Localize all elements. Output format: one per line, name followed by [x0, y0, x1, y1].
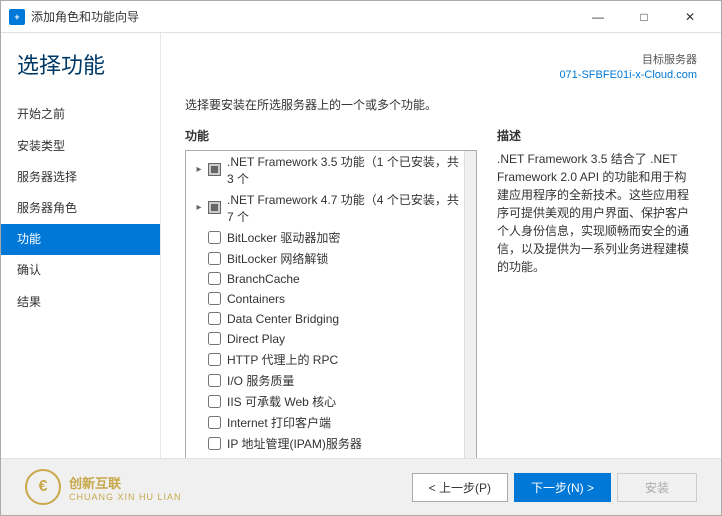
watermark-icon: € [25, 469, 61, 505]
title-bar-left: + 添加角色和功能向导 [9, 8, 139, 25]
watermark: € 创新互联 CHUANG XIN HU LIAN [25, 469, 412, 505]
back-button[interactable]: < 上一步(P) [412, 473, 508, 502]
install-button: 安装 [617, 473, 697, 502]
sidebar-item-server-select[interactable]: 服务器选择 [1, 162, 160, 193]
close-button[interactable]: ✕ [667, 1, 713, 33]
description-panel: 描述 .NET Framework 3.5 结合了 .NET Framework… [497, 127, 697, 458]
feature-item-iis-core[interactable]: IIS 可承载 Web 核心 [186, 391, 464, 412]
maximize-button[interactable]: □ [621, 1, 667, 33]
feature-item-containers[interactable]: Containers [186, 289, 464, 309]
footer: € 创新互联 CHUANG XIN HU LIAN < 上一步(P) 下一步(N… [1, 458, 721, 515]
app-icon: + [9, 9, 25, 25]
check-iis-core[interactable] [208, 395, 221, 408]
features-panel: 功能 ▸ .NET Framework 3.5 功能（1 个已安装，共 3 个 [185, 127, 477, 458]
main-window: + 添加角色和功能向导 — □ ✕ 选择功能 开始之前 安装类型 服务器选择 服… [0, 0, 722, 516]
feature-item-bitlocker-net[interactable]: BitLocker 网络解锁 [186, 248, 464, 269]
check-bitlocker-net[interactable] [208, 252, 221, 265]
next-button[interactable]: 下一步(N) > [514, 473, 611, 502]
description-label: 描述 [497, 127, 697, 144]
expand-icon-bitlocker-drive [192, 232, 206, 243]
sidebar-item-features[interactable]: 功能 [1, 224, 160, 255]
feature-item-dcb[interactable]: Data Center Bridging [186, 309, 464, 329]
sidebar: 选择功能 开始之前 安装类型 服务器选择 服务器角色 功能 确认 结果 [1, 33, 161, 458]
check-dotnet35[interactable] [208, 163, 221, 176]
feature-name-http-rpc: HTTP 代理上的 RPC [227, 351, 338, 368]
two-columns: 功能 ▸ .NET Framework 3.5 功能（1 个已安装，共 3 个 [185, 127, 697, 458]
expand-icon-direct-play [192, 333, 206, 344]
feature-item-http-rpc[interactable]: HTTP 代理上的 RPC [186, 349, 464, 370]
feature-item-bitlocker-drive[interactable]: BitLocker 驱动器加密 [186, 227, 464, 248]
sidebar-item-before-start[interactable]: 开始之前 [1, 99, 160, 130]
target-server-name: 071-SFBFE01i-x-Cloud.com [559, 69, 697, 81]
sidebar-item-server-role[interactable]: 服务器角色 [1, 193, 160, 224]
feature-name-dotnet35: .NET Framework 3.5 功能（1 个已安装，共 3 个 [227, 153, 460, 187]
check-dotnet47[interactable] [208, 201, 221, 214]
scrollbar[interactable] [464, 151, 476, 458]
expand-icon-http-rpc [192, 354, 206, 365]
feature-name-io-quality: I/O 服务质量 [227, 372, 294, 389]
feature-name-dcb: Data Center Bridging [227, 312, 339, 326]
expand-icon-dcb [192, 313, 206, 324]
expand-icon-bitlocker-net [192, 253, 206, 264]
feature-item-internet-print[interactable]: Internet 打印客户端 [186, 412, 464, 433]
expand-icon-branchcache [192, 273, 206, 284]
feature-item-branchcache[interactable]: BranchCache [186, 269, 464, 289]
check-dcb[interactable] [208, 312, 221, 325]
feature-name-bitlocker-drive: BitLocker 驱动器加密 [227, 229, 340, 246]
check-direct-play[interactable] [208, 332, 221, 345]
feature-name-direct-play: Direct Play [227, 332, 285, 346]
watermark-line2: CHUANG XIN HU LIAN [69, 492, 182, 502]
expand-icon-internet-print [192, 417, 206, 428]
expand-icon-io-quality [192, 375, 206, 386]
feature-item-ipam[interactable]: IP 地址管理(IPAM)服务器 [186, 433, 464, 454]
expand-icon-iis-core [192, 396, 206, 407]
feature-name-dotnet47: .NET Framework 4.7 功能（4 个已安装，共 7 个 [227, 191, 460, 225]
window-controls: — □ ✕ [575, 1, 713, 33]
page-description: 选择要安装在所选服务器上的一个或多个功能。 [185, 96, 697, 113]
watermark-line1: 创新互联 [69, 473, 182, 492]
description-text: .NET Framework 3.5 结合了 .NET Framework 2.… [497, 150, 697, 276]
features-label: 功能 [185, 127, 477, 144]
feature-list-wrapper: ▸ .NET Framework 3.5 功能（1 个已安装，共 3 个 ▸ .… [185, 150, 477, 458]
expand-icon-ipam [192, 438, 206, 449]
feature-item-dotnet35[interactable]: ▸ .NET Framework 3.5 功能（1 个已安装，共 3 个 [186, 151, 464, 189]
content-area: 选择功能 开始之前 安装类型 服务器选择 服务器角色 功能 确认 结果 目标服务… [1, 33, 721, 458]
sidebar-header: 选择功能 [1, 53, 160, 99]
sidebar-item-install-type[interactable]: 安装类型 [1, 131, 160, 162]
feature-name-bitlocker-net: BitLocker 网络解锁 [227, 250, 328, 267]
sidebar-item-confirm[interactable]: 确认 [1, 255, 160, 286]
title-bar: + 添加角色和功能向导 — □ ✕ [1, 1, 721, 33]
check-ipam[interactable] [208, 437, 221, 450]
check-bitlocker-drive[interactable] [208, 231, 221, 244]
watermark-text: 创新互联 CHUANG XIN HU LIAN [69, 473, 182, 502]
main-content: 目标服务器 071-SFBFE01i-x-Cloud.com 选择要安装在所选服… [161, 33, 721, 458]
feature-item-dotnet47[interactable]: ▸ .NET Framework 4.7 功能（4 个已安装，共 7 个 [186, 189, 464, 227]
expand-icon-dotnet35: ▸ [192, 164, 206, 175]
expand-icon-containers [192, 293, 206, 304]
check-branchcache[interactable] [208, 272, 221, 285]
footer-buttons: < 上一步(P) 下一步(N) > 安装 [412, 473, 697, 502]
check-io-quality[interactable] [208, 374, 221, 387]
feature-name-containers: Containers [227, 292, 285, 306]
check-http-rpc[interactable] [208, 353, 221, 366]
feature-name-internet-print: Internet 打印客户端 [227, 414, 331, 431]
feature-name-iis-core: IIS 可承载 Web 核心 [227, 393, 336, 410]
feature-name-ipam: IP 地址管理(IPAM)服务器 [227, 435, 362, 452]
target-server-info: 目标服务器 071-SFBFE01i-x-Cloud.com [185, 53, 697, 84]
expand-icon-dotnet47: ▸ [192, 202, 206, 213]
feature-item-direct-play[interactable]: Direct Play [186, 329, 464, 349]
feature-name-branchcache: BranchCache [227, 272, 300, 286]
feature-item-io-quality[interactable]: I/O 服务质量 [186, 370, 464, 391]
check-containers[interactable] [208, 292, 221, 305]
target-label: 目标服务器 [642, 54, 697, 66]
feature-list: ▸ .NET Framework 3.5 功能（1 个已安装，共 3 个 ▸ .… [186, 151, 464, 458]
window-title: 添加角色和功能向导 [31, 8, 139, 25]
sidebar-item-results[interactable]: 结果 [1, 287, 160, 318]
minimize-button[interactable]: — [575, 1, 621, 33]
footer-left: € 创新互联 CHUANG XIN HU LIAN [25, 469, 412, 505]
check-internet-print[interactable] [208, 416, 221, 429]
